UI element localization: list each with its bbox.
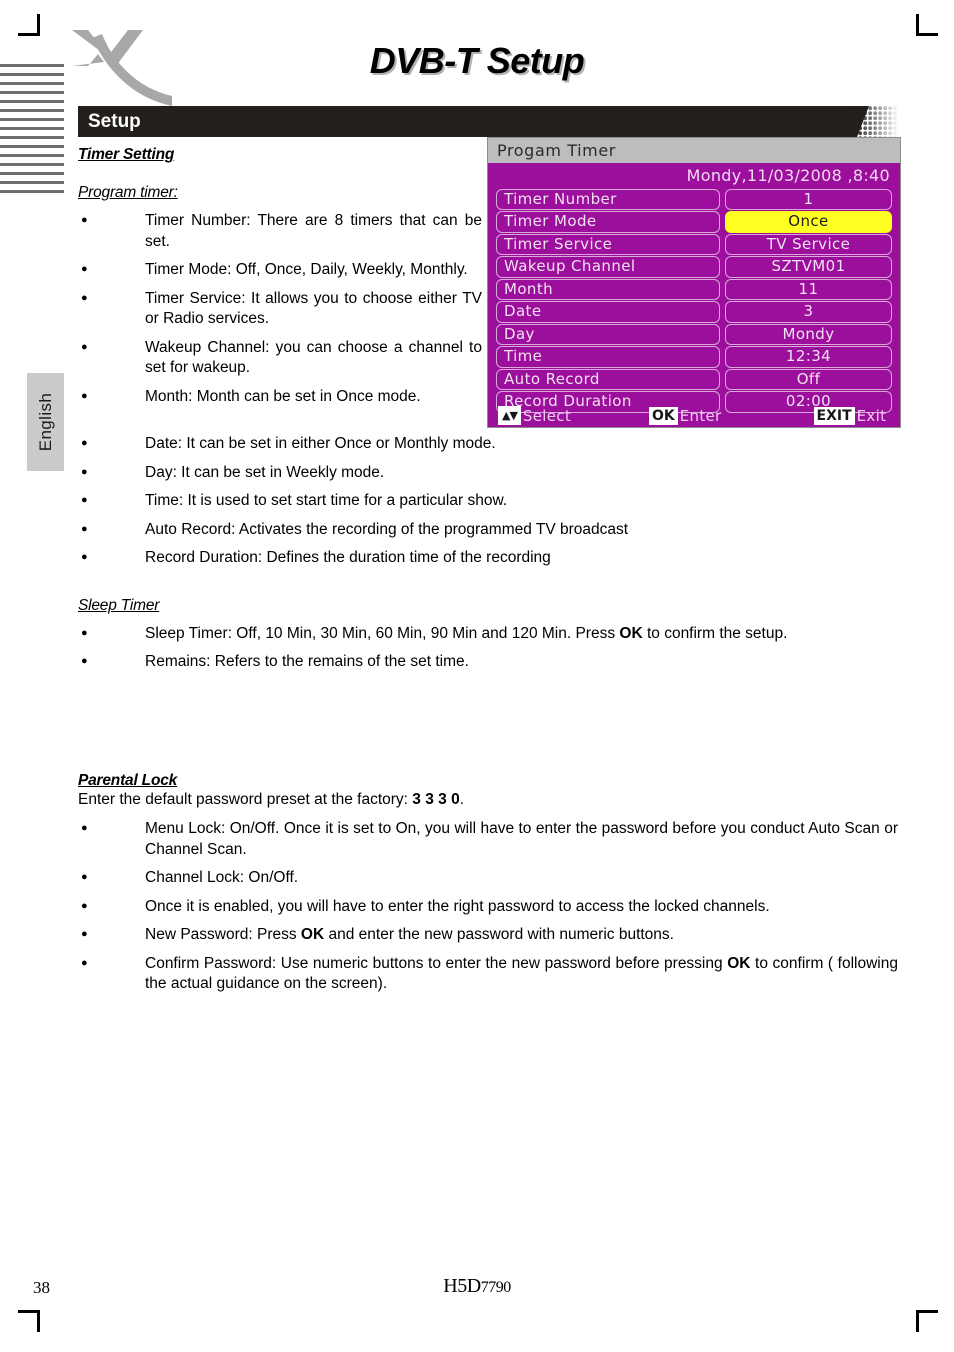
list-item-text-pre: Remains: Refers to the remains of the se… bbox=[145, 653, 469, 670]
osd-row-value: Once bbox=[725, 211, 892, 233]
list-item-text-pre: Sleep Timer: Off, 10 Min, 30 Min, 60 Min… bbox=[145, 624, 620, 642]
osd-clock: Mondy,11/03/2008 ,8:40 bbox=[686, 166, 890, 185]
language-tab-label: English bbox=[35, 392, 55, 452]
osd-row-value: 3 bbox=[725, 301, 892, 323]
section-bar-label: Setup bbox=[88, 110, 141, 132]
list-item-text-bold: OK bbox=[300, 926, 325, 943]
program-timer-continued-section: Date: It can be set in either Once or Mo… bbox=[78, 433, 898, 681]
crop-mark-top-right bbox=[916, 14, 938, 36]
osd-hint-select-label: Select bbox=[522, 406, 571, 425]
list-item: Day: It can be set in Weekly mode. bbox=[78, 462, 898, 484]
list-item: Record Duration: Defines the duration ti… bbox=[78, 547, 898, 569]
footer-brand-name: H5D bbox=[443, 1275, 481, 1297]
sleep-timer-list: Sleep Timer: Off, 10 Min, 30 Min, 60 Min… bbox=[78, 623, 898, 673]
osd-row-label: Month bbox=[496, 278, 720, 301]
osd-row-value: SZTVM01 bbox=[725, 256, 892, 278]
timer-setting-section: Timer Setting Program timer: Timer Numbe… bbox=[78, 146, 482, 415]
osd-row-value: Off bbox=[725, 368, 892, 391]
parental-lock-default-password: 3 3 3 0 bbox=[412, 791, 460, 808]
crop-mark-top-left bbox=[18, 14, 40, 36]
up-down-arrows-icon: ▲▼ bbox=[498, 406, 521, 425]
program-timer-list-continued: Date: It can be set in either Once or Mo… bbox=[78, 433, 898, 569]
osd-row-label: Timer Number bbox=[496, 189, 720, 211]
osd-row[interactable]: Month 11 bbox=[496, 278, 892, 301]
page-title: DVB-T Setup bbox=[369, 40, 585, 81]
list-item-text-bold: OK bbox=[619, 624, 643, 642]
osd-hint-exit: EXIT Exit bbox=[813, 406, 887, 425]
timer-setting-heading: Timer Setting bbox=[78, 146, 175, 163]
list-item: Timer Number: There are 8 timers that ca… bbox=[78, 210, 482, 252]
program-timer-heading: Program timer: bbox=[78, 184, 178, 201]
list-item: Date: It can be set in either Once or Mo… bbox=[78, 433, 549, 455]
osd-row[interactable]: Time 12:34 bbox=[496, 346, 892, 368]
list-item: Timer Mode: Off, Once, Daily, Weekly, Mo… bbox=[78, 259, 482, 281]
osd-row[interactable]: Date 3 bbox=[496, 301, 892, 323]
osd-row[interactable]: Auto Record Off bbox=[496, 368, 892, 391]
section-bar: Setup bbox=[78, 106, 853, 137]
osd-row[interactable]: Wakeup Channel SZTVM01 bbox=[496, 256, 892, 278]
section-bar-halftone-decoration bbox=[853, 106, 899, 137]
osd-row-label: Wakeup Channel bbox=[496, 256, 720, 278]
osd-hint-enter: OK Enter bbox=[649, 406, 722, 425]
list-item: Time: It is used to set start time for a… bbox=[78, 490, 898, 512]
osd-row-value: TV Service bbox=[725, 233, 892, 256]
list-item: Month: Month can be set in Once mode. bbox=[78, 386, 482, 408]
osd-footer-hints: ▲▼ Select OK Enter EXIT Exit bbox=[488, 404, 900, 427]
osd-row-label: Timer Mode bbox=[496, 211, 720, 233]
list-item: Channel Lock: On/Off. bbox=[78, 867, 898, 889]
osd-hint-select: ▲▼ Select bbox=[498, 406, 571, 425]
osd-row[interactable]: Timer Service TV Service bbox=[496, 233, 892, 256]
osd-row-value: 1 bbox=[725, 189, 892, 211]
list-item-text-pre: New Password: Press bbox=[145, 926, 301, 943]
list-item: Timer Service: It allows you to choose e… bbox=[78, 288, 482, 330]
list-item: Auto Record: Activates the recording of … bbox=[78, 519, 898, 541]
list-item-text-pre: Menu Lock: On/Off. Once it is set to On,… bbox=[145, 820, 898, 858]
osd-row-label: Date bbox=[496, 301, 720, 323]
list-item-text-pre: Confirm Password: Use numeric buttons to… bbox=[145, 954, 728, 972]
list-item: New Password: Press OK and enter the new… bbox=[78, 924, 898, 946]
list-item: Wakeup Channel: you can choose a channel… bbox=[78, 337, 482, 379]
ok-key-icon: OK bbox=[649, 406, 678, 425]
osd-hint-enter-label: Enter bbox=[679, 406, 722, 425]
parental-lock-intro: Enter the default password preset at the… bbox=[78, 790, 898, 810]
margin-stripes-decoration bbox=[0, 64, 64, 196]
list-item-text-post: and enter the new password with numeric … bbox=[324, 926, 674, 943]
osd-row-value: 11 bbox=[725, 278, 892, 301]
list-item: Menu Lock: On/Off. Once it is set to On,… bbox=[78, 818, 898, 860]
parental-lock-heading: Parental Lock bbox=[78, 772, 178, 789]
footer-brand-model: 7790 bbox=[480, 1279, 512, 1296]
osd-row-label: Time bbox=[496, 346, 720, 368]
osd-row-selected[interactable]: Timer Mode Once bbox=[496, 211, 892, 233]
osd-row-value: Mondy bbox=[725, 323, 892, 346]
list-item-text-post: to confirm the setup. bbox=[642, 624, 788, 642]
osd-hint-exit-label: Exit bbox=[856, 406, 887, 425]
program-timer-list: Timer Number: There are 8 timers that ca… bbox=[78, 210, 482, 408]
osd-row-list: Timer Number 1 Timer Mode Once Timer Ser… bbox=[488, 189, 900, 413]
footer-brand: H5D7790 bbox=[0, 1275, 954, 1298]
osd-row[interactable]: Timer Number 1 bbox=[496, 189, 892, 211]
parental-lock-intro-pre: Enter the default password preset at the… bbox=[78, 791, 413, 808]
osd-title: Progam Timer bbox=[488, 138, 900, 163]
list-item: Sleep Timer: Off, 10 Min, 30 Min, 60 Min… bbox=[78, 623, 898, 645]
parental-lock-list: Menu Lock: On/Off. Once it is set to On,… bbox=[78, 818, 898, 995]
language-tab: English bbox=[27, 373, 64, 471]
osd-row[interactable]: Day Mondy bbox=[496, 323, 892, 346]
osd-row-label: Timer Service bbox=[496, 233, 720, 256]
parental-lock-intro-post: . bbox=[459, 791, 465, 808]
crop-mark-bottom-right bbox=[916, 1310, 938, 1332]
list-item: Once it is enabled, you will have to ent… bbox=[78, 896, 898, 918]
list-item: Confirm Password: Use numeric buttons to… bbox=[78, 953, 898, 995]
list-item-text-pre: Channel Lock: On/Off. bbox=[145, 869, 299, 886]
osd-program-timer-screenshot: Progam Timer Mondy,11/03/2008 ,8:40 Time… bbox=[487, 137, 901, 428]
list-item-text-bold: OK bbox=[727, 954, 751, 972]
list-item: Remains: Refers to the remains of the se… bbox=[78, 651, 898, 673]
osd-row-label: Auto Record bbox=[496, 368, 720, 391]
crop-mark-bottom-left bbox=[18, 1310, 40, 1332]
parental-lock-section: Parental Lock Enter the default password… bbox=[78, 772, 898, 1003]
osd-row-value: 12:34 bbox=[725, 346, 892, 368]
sleep-timer-heading: Sleep Timer bbox=[78, 596, 160, 614]
list-item-text-pre: Once it is enabled, you will have to ent… bbox=[145, 897, 770, 915]
osd-row-label: Day bbox=[496, 323, 720, 346]
exit-key-icon: EXIT bbox=[813, 406, 855, 425]
